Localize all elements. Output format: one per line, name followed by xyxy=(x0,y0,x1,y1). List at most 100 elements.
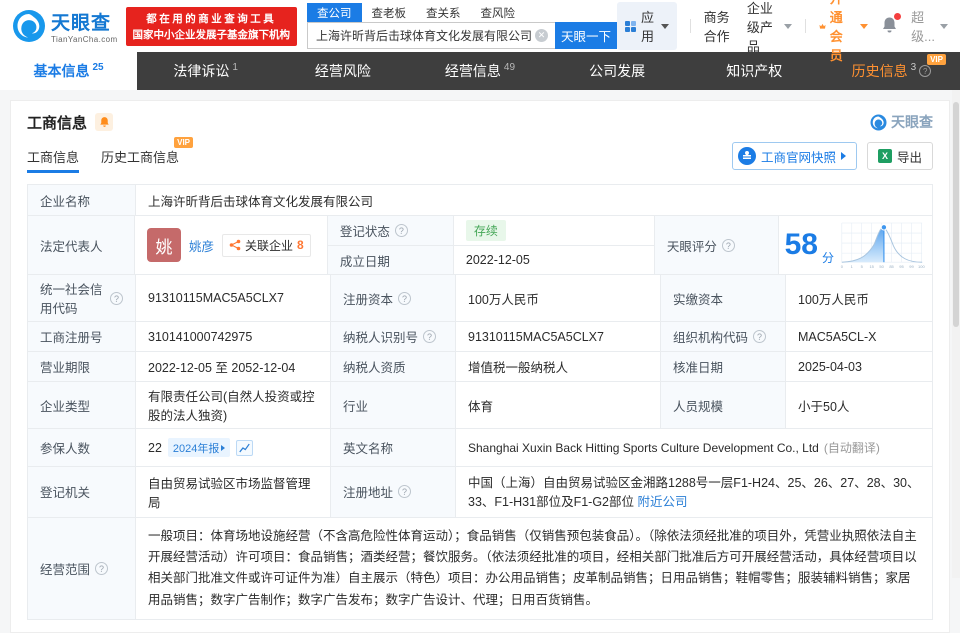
vip-badge: VIP xyxy=(174,136,194,148)
search-block: 查公司 查老板 查关系 查风险 天眼一下 xyxy=(307,3,618,49)
stamp-icon xyxy=(737,147,756,165)
tab-operational-risk[interactable]: 经营风险 xyxy=(274,52,411,90)
field-value: 有限责任公司(自然人投资或控股的法人独资) xyxy=(135,382,330,428)
apps-menu[interactable]: 应用 xyxy=(617,2,678,50)
field-label: 注册资本 xyxy=(330,275,455,321)
annual-report-link[interactable]: 2024年报 xyxy=(167,438,231,457)
field-label: 经营范围 xyxy=(28,517,135,619)
tab-legal-proceedings[interactable]: 法律诉讼 1 xyxy=(137,52,274,90)
nearby-companies-link[interactable]: 附近公司 xyxy=(638,495,688,509)
tab-company-development[interactable]: 公司发展 xyxy=(549,52,686,90)
help-icon[interactable] xyxy=(95,561,109,575)
tab-history-info[interactable]: VIP 历史信息 3 xyxy=(823,52,960,90)
username: 超级... xyxy=(911,10,935,44)
watermark-logo: 天眼查 xyxy=(870,112,933,132)
tab-basic-info[interactable]: 基本信息 25 xyxy=(0,52,138,90)
help-icon[interactable] xyxy=(398,485,412,499)
nav-cooperation[interactable]: 商务合作 xyxy=(704,7,734,45)
field-label: 纳税人识别号 xyxy=(330,322,455,351)
field-label: 企业类型 xyxy=(28,382,135,428)
search-input[interactable] xyxy=(307,22,556,49)
field-value: 91310115MAC5A5CLX7 xyxy=(135,275,330,321)
svg-text:0: 0 xyxy=(841,264,844,269)
legal-rep-cell: 姚 姚彦 关联企业 8 xyxy=(133,216,327,274)
table-row: 工商注册号 310141000742975 纳税人识别号 91310115MAC… xyxy=(28,321,932,351)
export-button[interactable]: 导出 xyxy=(866,142,933,170)
search-tab-boss[interactable]: 查老板 xyxy=(362,3,417,22)
notification-dot xyxy=(894,12,902,20)
table-row: 企业类型 有限责任公司(自然人投资或控股的法人独资) 行业 体育 人员规模 小于… xyxy=(28,381,932,428)
excel-icon xyxy=(877,149,892,163)
main-content: 工商信息 天眼查 工商信息 历史工商信息 VIP 工商官网快照 X 导出 企业名… xyxy=(0,100,960,633)
related-companies-badge[interactable]: 关联企业 8 xyxy=(222,233,311,257)
field-label: 登记状态 xyxy=(327,216,453,245)
field-value: 91310115MAC5A5CLX7 xyxy=(455,322,660,351)
subscribe-bell-button[interactable] xyxy=(95,113,114,131)
score-value: 58 xyxy=(784,228,818,261)
insured-count: 22 xyxy=(148,440,162,455)
vip-badge: VIP xyxy=(927,54,946,65)
search-tabs: 查公司 查老板 查关系 查风险 xyxy=(307,3,617,22)
field-value: 2022-12-05 至 2052-12-04 xyxy=(135,352,330,381)
field-label: 统一社会信用代码 xyxy=(28,275,135,321)
logo-swirl-icon xyxy=(870,114,887,130)
field-value: 小于50人 xyxy=(785,382,932,428)
search-button[interactable]: 天眼一下 xyxy=(555,22,618,49)
tianyancha-logo[interactable]: 天眼查 TianYanCha.com xyxy=(12,8,118,44)
field-label: 成立日期 xyxy=(327,246,453,274)
search-tab-relation[interactable]: 查关系 xyxy=(416,3,471,22)
help-icon[interactable] xyxy=(919,65,932,77)
table-row-insured: 参保人数 22 2024年报 英文名称 Shanghai Xuxin Back … xyxy=(28,428,932,466)
trend-chart-button[interactable] xyxy=(236,439,254,456)
field-label: 实缴资本 xyxy=(660,275,785,321)
registration-table: 企业名称 上海许昕背后击球体育文化发展有限公司 法定代表人 姚 姚彦 关联企业 … xyxy=(27,184,933,620)
banner-line1: 都在用的商业查询工具 xyxy=(146,12,277,25)
avatar[interactable]: 姚 xyxy=(146,228,181,262)
link-network-icon xyxy=(229,239,241,251)
table-row-est-date: 成立日期 2022-12-05 xyxy=(327,245,654,274)
chevron-down-icon xyxy=(661,23,670,29)
search-tab-risk[interactable]: 查风险 xyxy=(471,3,526,22)
user-menu[interactable]: 超级... xyxy=(911,7,948,45)
score-distribution-chart: 0 1 5 15 50 85 95 99 100 xyxy=(841,222,926,269)
divider xyxy=(690,19,691,33)
search-tab-company[interactable]: 查公司 xyxy=(307,3,362,22)
field-label: 核准日期 xyxy=(660,352,785,381)
svg-text:95: 95 xyxy=(899,264,904,269)
notification-bell[interactable] xyxy=(881,12,902,37)
field-label: 组织机构代码 xyxy=(660,322,785,351)
subtab-history-registration[interactable]: 历史工商信息 VIP xyxy=(101,136,194,166)
nav-enterprise[interactable]: 企业级产品 xyxy=(747,0,793,55)
help-icon[interactable] xyxy=(721,238,735,252)
scrollbar xyxy=(952,90,960,578)
line-chart-icon xyxy=(239,443,251,452)
table-row: 营业期限 2022-12-05 至 2052-12-04 纳税人资质 增值税一般… xyxy=(28,351,932,381)
status-date-column: 登记状态 存续 成立日期 2022-12-05 xyxy=(326,216,654,274)
svg-text:99: 99 xyxy=(909,264,914,269)
chevron-right-icon xyxy=(840,152,846,160)
help-icon[interactable] xyxy=(398,291,412,305)
chevron-down-icon xyxy=(860,23,869,29)
section-title: 工商信息 xyxy=(27,114,88,132)
help-icon[interactable] xyxy=(423,330,437,343)
chevron-right-icon xyxy=(221,444,226,451)
svg-text:100: 100 xyxy=(918,264,925,269)
field-label: 人员规模 xyxy=(660,382,785,428)
table-row-legal-rep: 法定代表人 姚 姚彦 关联企业 8 登记状态 ? 存续 成立日期 2022-12… xyxy=(28,215,932,274)
tab-business-info[interactable]: 经营信息 49 xyxy=(411,52,548,90)
tab-intellectual-property[interactable]: 知识产权 xyxy=(686,52,823,90)
help-icon[interactable] xyxy=(394,224,408,237)
field-label: 工商注册号 xyxy=(28,322,135,351)
chevron-down-icon xyxy=(784,23,793,29)
scrollbar-thumb[interactable] xyxy=(953,102,959,327)
field-label: 登记机关 xyxy=(28,467,135,517)
legal-rep-link[interactable]: 姚彦 xyxy=(189,236,214,255)
help-icon[interactable] xyxy=(110,291,123,305)
clear-icon[interactable] xyxy=(535,29,549,42)
official-snapshot-button[interactable]: 工商官网快照 xyxy=(731,142,857,170)
svg-text:1: 1 xyxy=(851,264,854,269)
subtab-business-registration[interactable]: 工商信息 xyxy=(27,147,80,173)
help-icon[interactable] xyxy=(753,330,767,343)
registry-value: 自由贸易试验区市场监督管理局 xyxy=(135,467,330,517)
svg-text:85: 85 xyxy=(889,264,894,269)
